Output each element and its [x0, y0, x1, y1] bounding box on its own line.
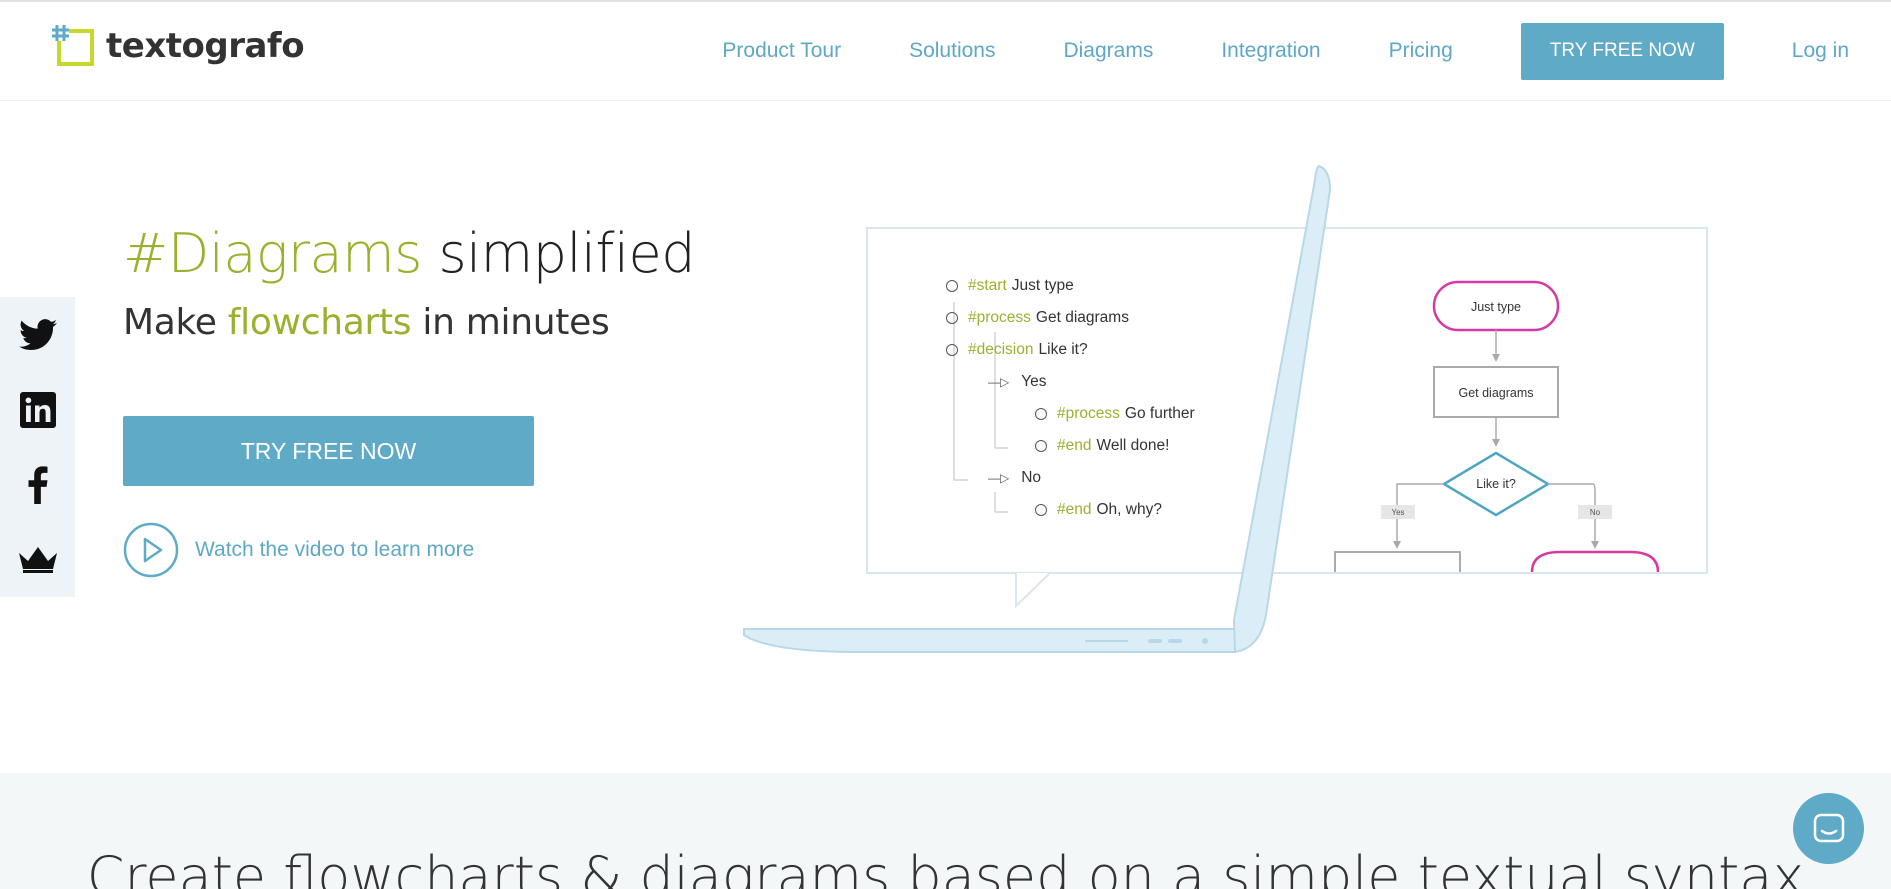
list-tag: #process: [1057, 405, 1120, 422]
bullet-icon: [1035, 440, 1047, 452]
branch-arrow-icon: —▷: [988, 471, 1010, 485]
branch-arrow-icon: —▷: [988, 375, 1010, 389]
hero-title-accent: #Diagrams: [123, 222, 422, 285]
watch-video-link[interactable]: Watch the video to learn more: [123, 522, 474, 578]
bullet-icon: [946, 344, 958, 356]
list-item: #end Oh, why?: [1035, 500, 1162, 520]
hero-subtitle: Make flowcharts in minutes: [123, 302, 610, 343]
features-title: Create flowcharts & diagrams based on a …: [86, 845, 1805, 889]
crown-icon[interactable]: [0, 522, 75, 597]
bullet-icon: [1035, 504, 1047, 516]
list-text: Just type: [1011, 277, 1074, 294]
list-tag: #end: [1057, 437, 1092, 454]
list-item: #process Go further: [1035, 404, 1195, 424]
list-text: Well done!: [1096, 437, 1170, 454]
flow-yes-label: Yes: [1391, 508, 1404, 517]
twitter-icon[interactable]: [0, 297, 75, 372]
flow-process-label: Get diagrams: [1458, 386, 1533, 400]
hero-try-free-button[interactable]: TRY FREE NOW: [123, 416, 534, 486]
nav-pricing[interactable]: Pricing: [1389, 39, 1453, 63]
list-tag: #decision: [968, 341, 1034, 358]
list-item: #decision Like it?: [946, 340, 1088, 360]
hero-subtitle-accent: flowcharts: [227, 302, 412, 343]
features-band: Create flowcharts & diagrams based on a …: [0, 773, 1891, 889]
logo-wordmark: textografo: [106, 26, 305, 66]
list-item: #process Get diagrams: [946, 308, 1129, 328]
list-tag: #process: [968, 309, 1031, 326]
nav-solutions[interactable]: Solutions: [909, 39, 995, 63]
branch-label: Yes: [1021, 373, 1047, 390]
flow-decision-label: Like it?: [1476, 477, 1516, 491]
chat-launcher[interactable]: [1793, 793, 1864, 864]
header-try-free-button[interactable]: TRY FREE NOW: [1520, 22, 1724, 80]
nav-integration[interactable]: Integration: [1221, 39, 1320, 63]
facebook-icon[interactable]: [0, 447, 75, 522]
logo[interactable]: textografo: [52, 24, 305, 68]
list-tag: #end: [1057, 501, 1092, 518]
list-text: Go further: [1124, 405, 1195, 422]
hero-subtitle-pre: Make: [123, 302, 228, 343]
list-text: Oh, why?: [1096, 501, 1162, 518]
nav-product-tour[interactable]: Product Tour: [722, 39, 841, 63]
list-item: #start Just type: [946, 276, 1074, 296]
list-item: #end Well done!: [1035, 436, 1169, 456]
site-header: textografo Product Tour Solutions Diagra…: [0, 2, 1891, 101]
list-branch: —▷ No: [988, 468, 1041, 488]
list-branch: —▷ Yes: [988, 372, 1047, 392]
watch-video-label: Watch the video to learn more: [195, 538, 475, 561]
nav-diagrams[interactable]: Diagrams: [1063, 39, 1153, 63]
laptop-illustration: Just type Get diagrams Like it? Yes No: [743, 164, 1708, 654]
list-tag: #start: [968, 277, 1007, 294]
bullet-icon: [1035, 408, 1047, 420]
flow-start-label: Just type: [1471, 300, 1521, 314]
flow-no-label: No: [1590, 508, 1601, 517]
bullet-icon: [946, 312, 958, 324]
list-text: Get diagrams: [1035, 309, 1129, 326]
branch-label: No: [1021, 469, 1042, 486]
list-text: Like it?: [1038, 341, 1088, 358]
main-nav: Product Tour Solutions Diagrams Integrat…: [722, 22, 1891, 80]
logo-mark-icon: [52, 24, 96, 68]
hero-title: #Diagrams simplified: [123, 222, 696, 285]
hero-title-rest: simplified: [421, 222, 696, 285]
login-link[interactable]: Log in: [1792, 39, 1849, 63]
bullet-icon: [946, 280, 958, 292]
social-sidebar: [0, 297, 75, 597]
play-icon: [123, 522, 179, 578]
linkedin-icon[interactable]: [0, 372, 75, 447]
hero-subtitle-post: in minutes: [411, 302, 610, 343]
chat-icon: [1813, 813, 1844, 842]
